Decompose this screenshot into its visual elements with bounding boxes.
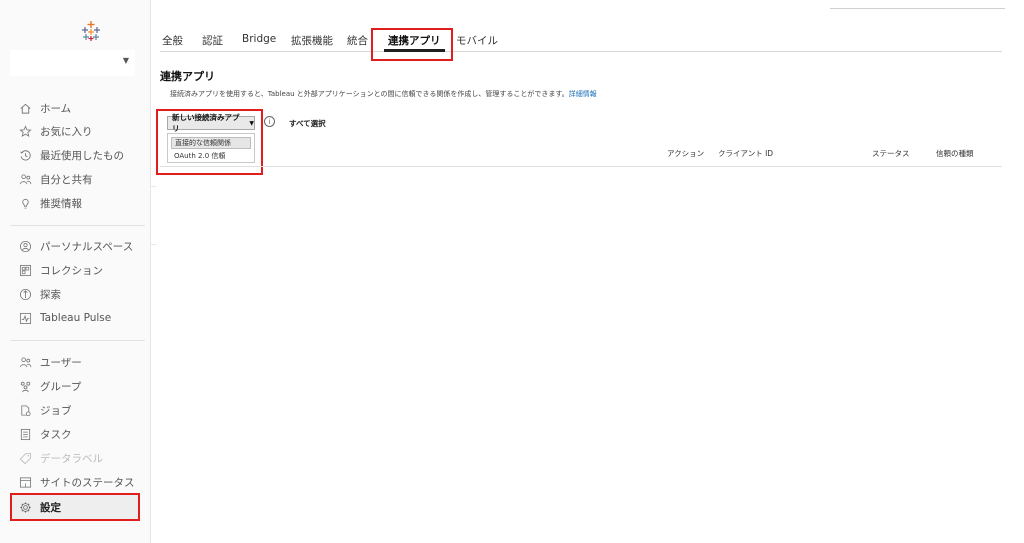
home-icon [18, 101, 32, 115]
sidebar-divider [10, 340, 145, 341]
collection-icon [18, 263, 32, 277]
lightbulb-icon [18, 196, 32, 210]
tableau-logo[interactable] [80, 20, 102, 42]
page-title: 連携アプリ [160, 70, 215, 83]
chevron-down-icon: ▼ [122, 56, 129, 65]
shared-users-icon [18, 172, 32, 186]
page-description: 接続済みアプリを使用すると、Tableau と外部アプリケーションとの間に信頼で… [170, 89, 597, 99]
tab-mobile[interactable]: モバイル [456, 33, 498, 49]
status-icon [18, 475, 32, 489]
sidebar-item-label: データラベル [40, 452, 103, 465]
tab-extensions[interactable]: 拡張機能 [291, 33, 333, 49]
sidebar-item-explore[interactable]: 探索 [0, 282, 150, 306]
sidebar-item-label: サイトのステータス [40, 476, 135, 489]
sidebar-item-home[interactable]: ホーム [0, 96, 150, 120]
column-header-actions[interactable]: アクション [667, 148, 704, 159]
tag-icon [18, 451, 32, 465]
sidebar-item-label: ユーザー [40, 356, 82, 369]
settings-tabs: 全般 認証 Bridge 拡張機能 統合 連携アプリ モバイル [160, 27, 1002, 52]
column-header-client-id[interactable]: クライアント ID [718, 148, 773, 159]
sidebar-item-site-status[interactable]: サイトのステータス [0, 470, 150, 494]
sidebar-item-groups[interactable]: グループ [0, 374, 150, 398]
sidebar-item-settings[interactable]: 設定 [0, 495, 150, 519]
sidebar-item-jobs[interactable]: ジョブ [0, 398, 150, 422]
learn-more-link[interactable]: 詳細情報 [569, 90, 597, 98]
tab-general[interactable]: 全般 [162, 33, 183, 49]
sidebar-item-label: コレクション [40, 264, 103, 277]
pulse-icon [18, 311, 32, 325]
sidebar-item-users[interactable]: ユーザー [0, 350, 150, 374]
site-switcher[interactable]: ▼ [10, 50, 135, 76]
star-icon [18, 124, 32, 138]
sidebar-item-label: ホーム [40, 102, 72, 115]
sidebar-item-label: ジョブ [40, 404, 72, 417]
sidebar-item-collections[interactable]: コレクション [0, 258, 150, 282]
sidebar-item-label: 設定 [40, 501, 61, 514]
divider [150, 186, 156, 187]
column-header-trust-type[interactable]: 信頼の種類 [936, 148, 974, 159]
sidebar-item-label: お気に入り [40, 125, 93, 138]
sidebar-item-label: タスク [40, 428, 72, 441]
divider [150, 244, 156, 245]
description-text: 接続済みアプリを使用すると、Tableau と外部アプリケーションとの間に信頼で… [170, 90, 569, 98]
tasks-icon [18, 427, 32, 441]
sidebar-item-favorites[interactable]: お気に入り [0, 119, 150, 143]
person-icon [18, 239, 32, 253]
tab-authentication[interactable]: 認証 [202, 33, 223, 49]
search-input[interactable] [830, 0, 1005, 9]
sidebar-item-personal-space[interactable]: パーソナルスペース [0, 234, 150, 258]
sidebar-item-tasks[interactable]: タスク [0, 422, 150, 446]
explore-icon [18, 287, 32, 301]
select-all-checkbox-label[interactable]: すべて選択 [289, 118, 326, 129]
table-header: アクション クライアント ID ステータス 信頼の種類 [160, 148, 1002, 167]
column-header-status[interactable]: ステータス [872, 148, 910, 159]
sidebar-item-label: 自分と共有 [40, 173, 93, 186]
sidebar-divider [10, 225, 145, 226]
gear-icon [18, 500, 32, 514]
sidebar-item-label: グループ [40, 380, 82, 393]
user-icon [18, 355, 32, 369]
jobs-icon [18, 403, 32, 417]
sidebar-item-label: Tableau Pulse [40, 312, 112, 324]
sidebar-item-label: 探索 [40, 288, 61, 301]
history-icon [18, 148, 32, 162]
tab-integrations[interactable]: 統合 [347, 33, 368, 49]
info-icon[interactable]: i [264, 116, 275, 127]
tab-bridge[interactable]: Bridge [242, 33, 276, 49]
sidebar-item-label: パーソナルスペース [40, 240, 134, 253]
sidebar: ▼ ホーム お気に入り 最近使用したもの 自分と共有 推奨情報 パーソナルスペー… [0, 0, 151, 543]
sidebar-item-data-labels: データラベル [0, 446, 150, 470]
sidebar-item-shared[interactable]: 自分と共有 [0, 167, 150, 191]
tab-highlight-box [371, 28, 453, 61]
sidebar-item-label: 最近使用したもの [40, 149, 124, 162]
sidebar-item-recents[interactable]: 最近使用したもの [0, 143, 150, 167]
sidebar-item-tableau-pulse[interactable]: Tableau Pulse [0, 306, 150, 330]
sidebar-item-recommendations[interactable]: 推奨情報 [0, 191, 150, 215]
group-icon [18, 379, 32, 393]
sidebar-item-label: 推奨情報 [40, 197, 82, 210]
